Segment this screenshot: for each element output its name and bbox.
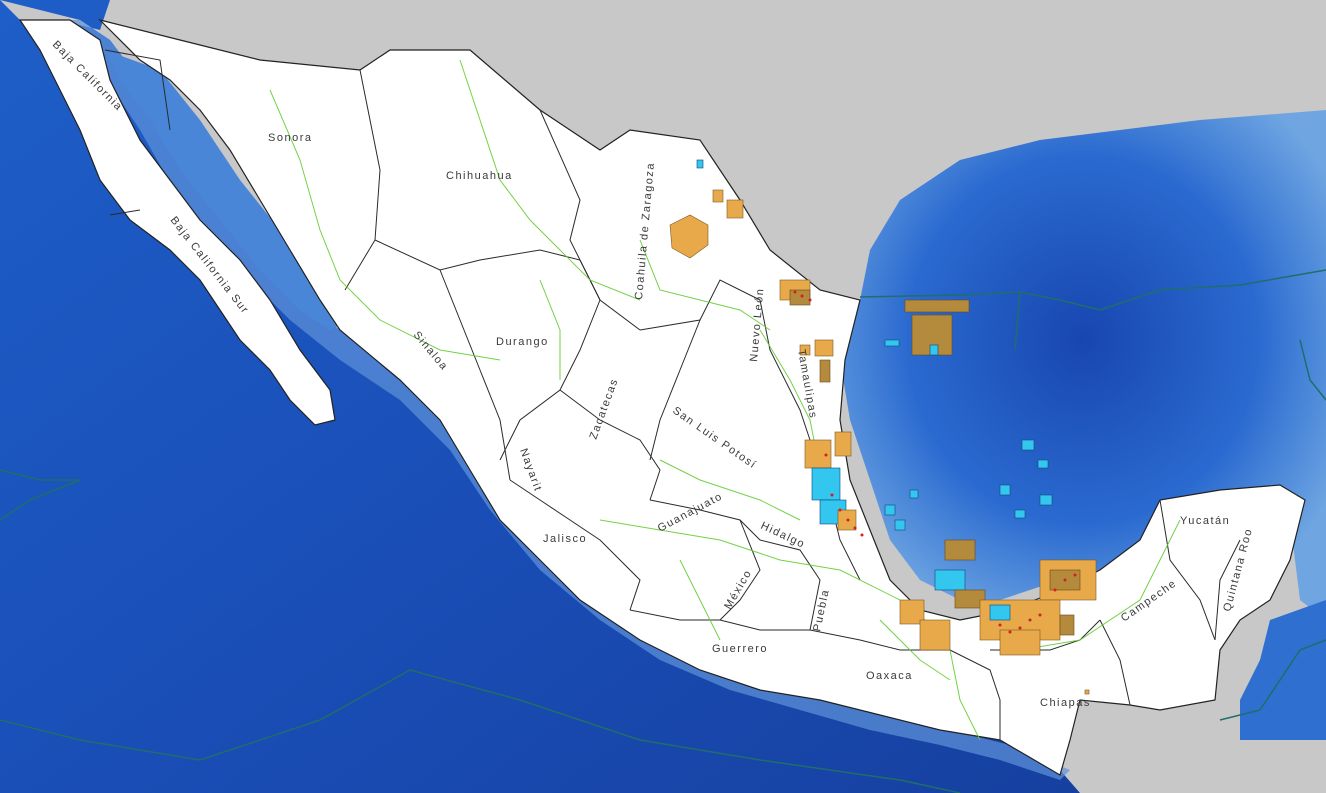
label-durango: Durango	[496, 336, 549, 348]
map-container[interactable]: Baja California Baja California Sur Sono…	[0, 0, 1326, 793]
label-yucatan: Yucatán	[1180, 515, 1230, 527]
label-sonora: Sonora	[268, 132, 312, 144]
label-jalisco: Jalisco	[543, 533, 587, 545]
label-guerrero: Guerrero	[712, 643, 768, 655]
mexico-map[interactable]: Baja California Baja California Sur Sono…	[0, 0, 1326, 793]
label-oaxaca: Oaxaca	[866, 670, 913, 682]
label-chiapas: Chiapas	[1040, 697, 1091, 709]
label-chihuahua: Chihuahua	[446, 170, 513, 182]
